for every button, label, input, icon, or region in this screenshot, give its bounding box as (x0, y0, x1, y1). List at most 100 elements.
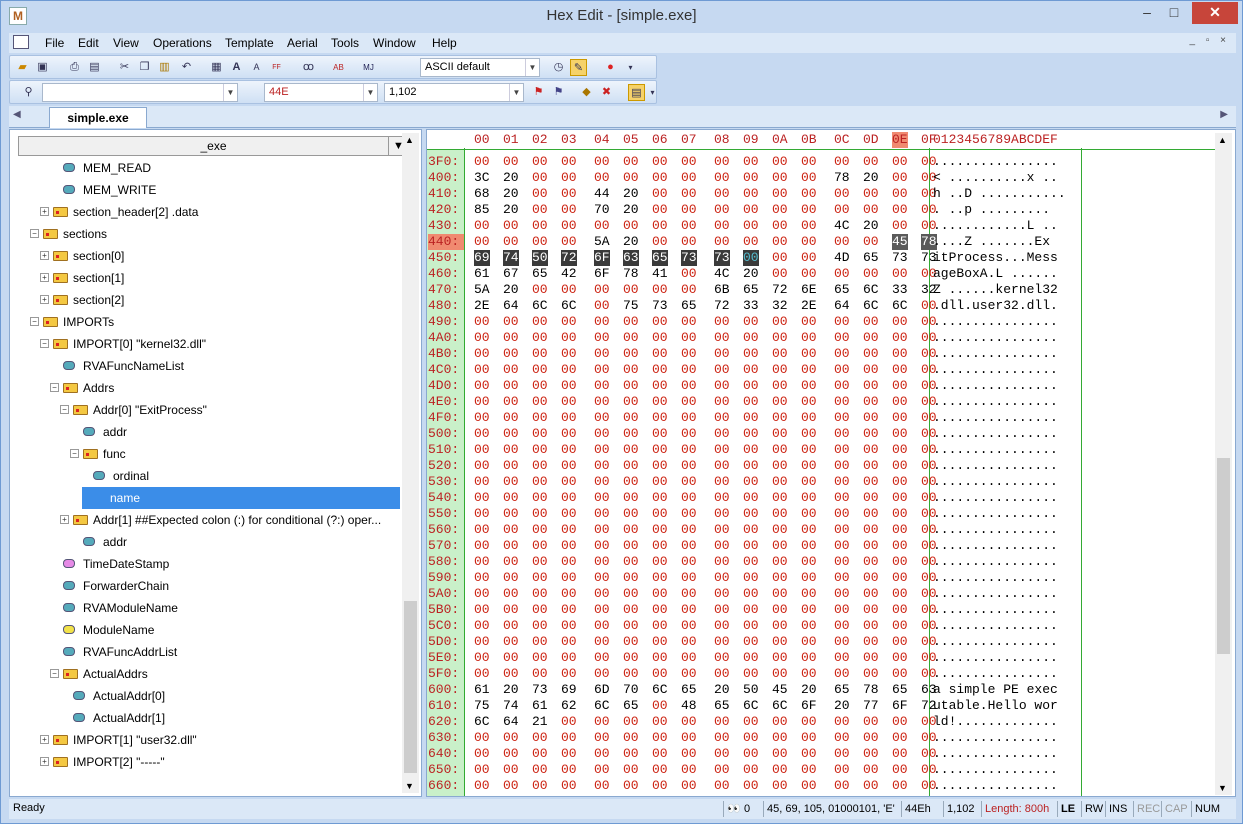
hex-byte[interactable]: 64 (834, 298, 850, 314)
ascii-text[interactable]: ................ (933, 442, 1058, 458)
hex-byte[interactable]: 6C (594, 698, 610, 714)
hex-byte[interactable]: 00 (834, 554, 850, 570)
hex-byte[interactable]: 00 (561, 570, 577, 586)
hex-byte[interactable]: 00 (772, 442, 788, 458)
hex-byte[interactable]: 72 (772, 282, 788, 298)
hex-byte[interactable]: 00 (503, 586, 519, 602)
hex-byte[interactable]: 00 (681, 650, 697, 666)
hex-byte[interactable]: 00 (503, 634, 519, 650)
hex-byte[interactable]: 6F (892, 698, 908, 714)
hex-byte[interactable]: 00 (714, 666, 730, 682)
hex-byte[interactable]: 00 (474, 314, 490, 330)
hex-byte[interactable]: 00 (594, 714, 610, 730)
menu-tools[interactable]: Tools (331, 36, 359, 50)
ascii-text[interactable]: ................ (933, 666, 1058, 682)
tree-node[interactable]: + section[1] (10, 267, 400, 289)
charset-select[interactable]: ASCII default ▼ (420, 58, 540, 77)
hex-byte[interactable]: 00 (561, 474, 577, 490)
hex-byte[interactable]: 00 (681, 394, 697, 410)
hex-byte[interactable]: 00 (503, 426, 519, 442)
hex-byte[interactable]: 00 (532, 346, 548, 362)
hex-byte[interactable]: 00 (772, 186, 788, 202)
hex-byte[interactable]: 00 (532, 474, 548, 490)
hex-byte[interactable]: 00 (503, 650, 519, 666)
collapse-icon[interactable]: − (30, 229, 39, 238)
hex-byte[interactable]: 00 (801, 634, 817, 650)
hex-byte[interactable]: 65 (652, 250, 668, 266)
hex-byte[interactable]: 00 (561, 378, 577, 394)
hex-byte[interactable]: 00 (863, 538, 879, 554)
collapse-icon[interactable]: − (40, 339, 49, 348)
ascii-text[interactable]: a simple PE exec (933, 682, 1058, 698)
hex-byte[interactable]: 00 (561, 618, 577, 634)
maximize-button[interactable]: □ (1161, 2, 1187, 24)
hex-byte[interactable]: 00 (892, 538, 908, 554)
hex-byte[interactable]: 00 (532, 218, 548, 234)
hex-byte[interactable]: 00 (681, 234, 697, 250)
chevron-down-icon[interactable]: ▼ (363, 84, 377, 101)
hex-byte[interactable]: 00 (772, 490, 788, 506)
hex-byte[interactable]: 00 (681, 362, 697, 378)
hex-byte[interactable]: 00 (532, 522, 548, 538)
scroll-thumb[interactable] (1217, 458, 1230, 654)
ascii-text[interactable]: ................ (933, 602, 1058, 618)
hex-byte[interactable]: 00 (863, 618, 879, 634)
hex-byte[interactable]: 00 (801, 394, 817, 410)
hex-byte[interactable]: 00 (714, 154, 730, 170)
ascii-text[interactable]: ................ (933, 506, 1058, 522)
char-set-icon[interactable]: FF (268, 59, 285, 76)
hex-byte[interactable]: 00 (594, 346, 610, 362)
hex-byte[interactable]: 00 (801, 746, 817, 762)
hex-byte[interactable]: 00 (801, 154, 817, 170)
hex-byte[interactable]: 00 (532, 234, 548, 250)
hex-byte[interactable]: 00 (892, 378, 908, 394)
hex-byte[interactable]: 00 (474, 490, 490, 506)
hex-byte[interactable]: 00 (834, 474, 850, 490)
hex-byte[interactable]: 00 (561, 490, 577, 506)
tree-node[interactable]: RVAFuncNameList (10, 355, 400, 377)
hex-byte[interactable]: 00 (503, 458, 519, 474)
close-button[interactable]: ✕ (1192, 2, 1238, 24)
hex-byte[interactable]: 00 (503, 778, 519, 794)
hex-byte[interactable]: 73 (532, 682, 548, 698)
hex-byte[interactable]: 00 (863, 314, 879, 330)
hex-byte[interactable]: 00 (474, 234, 490, 250)
hex-byte[interactable]: 00 (801, 666, 817, 682)
hex-byte[interactable]: 33 (892, 282, 908, 298)
hex-byte[interactable]: 00 (834, 730, 850, 746)
hex-byte[interactable]: 00 (652, 602, 668, 618)
hex-byte[interactable]: 00 (772, 570, 788, 586)
hex-byte[interactable]: 00 (801, 586, 817, 602)
hex-byte[interactable]: 00 (801, 186, 817, 202)
hex-byte[interactable]: 00 (772, 410, 788, 426)
hex-byte[interactable]: 6E (801, 282, 817, 298)
chevron-down-icon[interactable]: ▼ (509, 84, 523, 101)
hex-byte[interactable]: 00 (863, 634, 879, 650)
hex-byte[interactable]: 6D (594, 682, 610, 698)
hex-byte[interactable]: 00 (681, 346, 697, 362)
hex-byte[interactable]: 00 (801, 218, 817, 234)
hex-byte[interactable]: 00 (772, 266, 788, 282)
hex-byte[interactable]: 00 (503, 602, 519, 618)
ascii-text[interactable]: ................ (933, 378, 1058, 394)
menu-edit[interactable]: Edit (78, 36, 99, 50)
hex-byte[interactable]: 00 (623, 410, 639, 426)
hex-byte[interactable]: 00 (863, 458, 879, 474)
hex-byte[interactable]: 00 (623, 730, 639, 746)
hex-byte[interactable]: 70 (594, 202, 610, 218)
hex-byte[interactable]: 00 (594, 762, 610, 778)
hex-byte[interactable]: 00 (714, 762, 730, 778)
hex-byte[interactable]: 00 (561, 218, 577, 234)
ascii-text[interactable]: ................ (933, 314, 1058, 330)
hex-byte[interactable]: 6C (892, 298, 908, 314)
hex-byte[interactable]: 65 (681, 682, 697, 698)
hex-byte[interactable]: 00 (743, 186, 759, 202)
menu-template[interactable]: Template (225, 36, 274, 50)
hex-byte[interactable]: 00 (503, 746, 519, 762)
hex-byte[interactable]: 61 (474, 682, 490, 698)
hex-byte[interactable]: 00 (743, 602, 759, 618)
hex-byte[interactable]: 00 (561, 154, 577, 170)
hex-byte[interactable]: 00 (801, 522, 817, 538)
find-icon[interactable]: ⚲ (20, 84, 37, 101)
hex-byte[interactable]: 00 (892, 602, 908, 618)
